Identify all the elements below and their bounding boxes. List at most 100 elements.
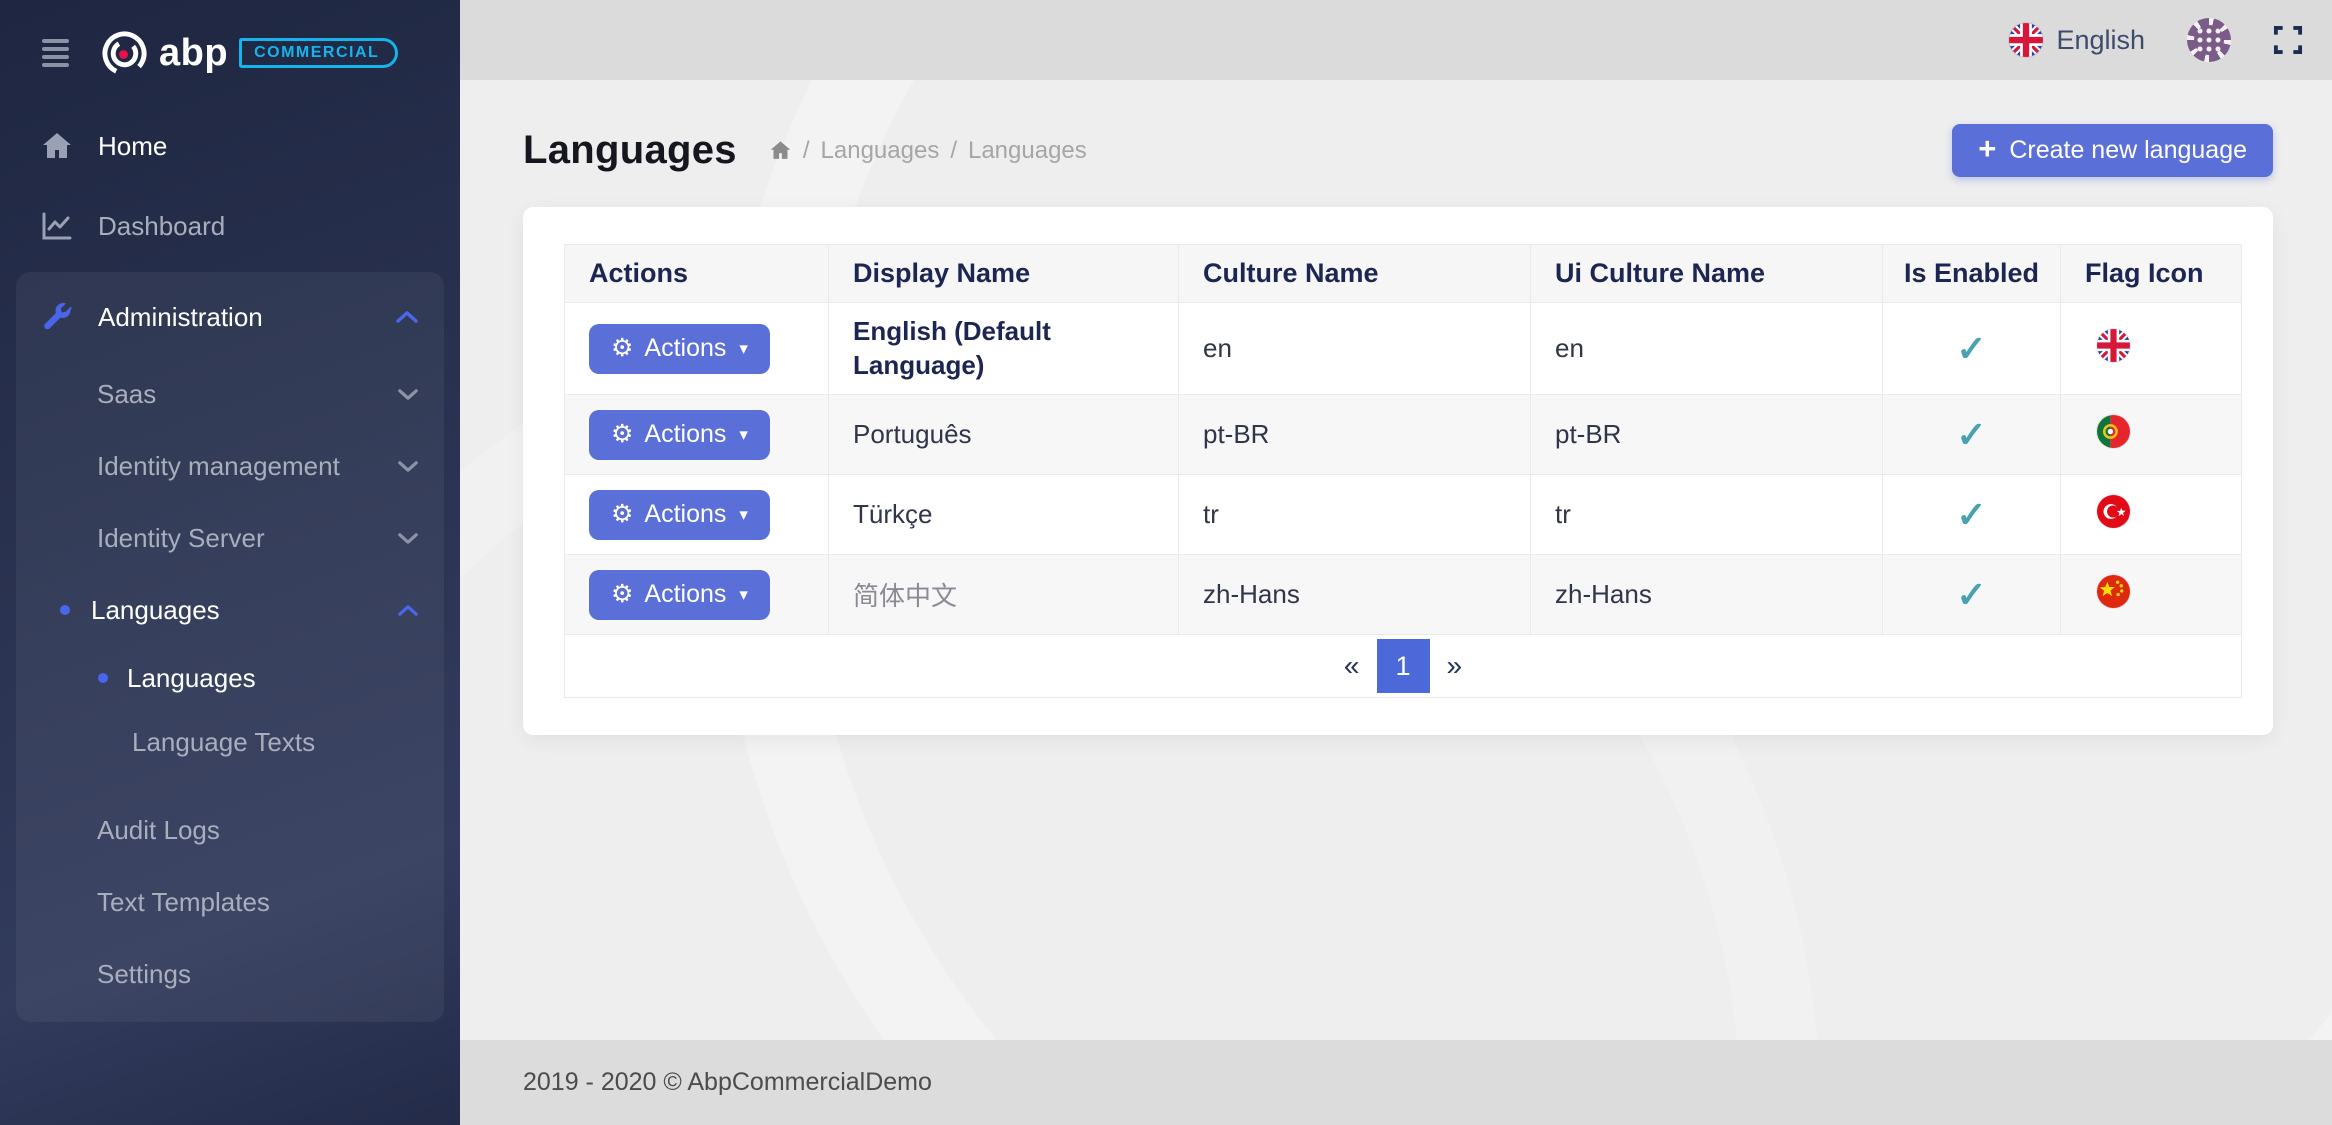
table-row: ⚙ Actions ▾ Português pt-BR pt-BR ✓ <box>565 395 2242 475</box>
sidebar-item-label: Settings <box>97 959 191 990</box>
breadcrumb-separator: / <box>950 137 957 165</box>
sidebar-item-language-texts[interactable]: Language Texts <box>16 710 444 774</box>
table-row: ⚙ Actions ▾ Türkçe tr tr ✓ <box>565 475 2242 555</box>
breadcrumb-home-icon[interactable] <box>769 140 792 161</box>
chevron-up-icon <box>396 310 418 324</box>
sidebar-item-audit-logs[interactable]: Audit Logs <box>16 794 444 866</box>
breadcrumb-item[interactable]: Languages <box>821 137 940 165</box>
brand-badge: COMMERCIAL <box>239 38 398 68</box>
menu-toggle-icon[interactable] <box>42 39 69 67</box>
culture-name-cell: en <box>1179 303 1531 395</box>
col-header-flag-icon: Flag Icon <box>2061 245 2242 303</box>
fullscreen-icon[interactable] <box>2273 25 2303 55</box>
gear-icon: ⚙ <box>611 336 633 361</box>
breadcrumb: / Languages / Languages <box>769 137 1087 165</box>
sidebar-item-languages-child[interactable]: Languages <box>16 646 444 710</box>
table-row: ⚙ Actions ▾ 简体中文 zh-Hans zh-Hans ✓ <box>565 555 2242 635</box>
table-row: ⚙ Actions ▾ English (Default Language) e… <box>565 303 2242 395</box>
app-root: abp COMMERCIAL Home Dashboard <box>0 0 2332 1125</box>
ui-culture-name-cell: tr <box>1531 475 1883 555</box>
caret-down-icon: ▾ <box>739 505 748 525</box>
topbar: English <box>460 0 2332 80</box>
col-header-ui-culture-name: Ui Culture Name <box>1531 245 1883 303</box>
check-icon: ✓ <box>1956 414 1986 455</box>
sidebar-item-label: Saas <box>97 379 156 410</box>
pagination-next[interactable]: » <box>1430 650 1480 682</box>
sidebar-item-languages[interactable]: Languages <box>16 574 444 646</box>
row-actions-button[interactable]: ⚙ Actions ▾ <box>589 490 770 540</box>
china-flag-icon <box>2097 575 2130 608</box>
wrench-icon <box>40 301 74 333</box>
chevron-down-icon <box>398 532 418 545</box>
caret-down-icon: ▾ <box>739 585 748 605</box>
col-header-actions: Actions <box>565 245 829 303</box>
gear-icon: ⚙ <box>611 422 633 447</box>
sidebar-item-administration[interactable]: Administration <box>16 276 444 358</box>
sidebar-item-identity-server[interactable]: Identity Server <box>16 502 444 574</box>
abp-logo[interactable]: abp COMMERCIAL <box>101 30 398 77</box>
sidebar-item-label: Dashboard <box>98 211 225 242</box>
sidebar-item-label: Audit Logs <box>97 815 220 846</box>
user-avatar[interactable] <box>2187 18 2231 62</box>
sidebar-item-label: Home <box>98 131 167 162</box>
pagination-prev[interactable]: « <box>1327 650 1377 682</box>
language-label: English <box>2056 25 2145 56</box>
sidebar-item-saas[interactable]: Saas <box>16 358 444 430</box>
page-head: Languages / Languages / Languages + Crea… <box>523 124 2273 177</box>
dashboard-icon <box>40 211 74 241</box>
create-new-language-button[interactable]: + Create new language <box>1952 124 2273 177</box>
sidebar-item-label: Identity management <box>97 451 340 482</box>
language-selector[interactable]: English <box>2009 23 2145 57</box>
display-name-cell: Português <box>829 395 1179 475</box>
sidebar-item-dashboard[interactable]: Dashboard <box>0 186 460 266</box>
sidebar-item-identity-management[interactable]: Identity management <box>16 430 444 502</box>
sidebar-item-label: Languages <box>91 595 220 626</box>
footer: 2019 - 2020 © AbpCommercialDemo <box>460 1040 2332 1125</box>
ui-culture-name-cell: zh-Hans <box>1531 555 1883 635</box>
breadcrumb-item[interactable]: Languages <box>968 137 1087 165</box>
row-actions-button[interactable]: ⚙ Actions ▾ <box>589 410 770 460</box>
sidebar-item-label: Languages <box>127 663 256 694</box>
caret-down-icon: ▾ <box>739 425 748 445</box>
sidebar: abp COMMERCIAL Home Dashboard <box>0 0 460 1125</box>
sidebar-admin-group: Administration Saas Identity management <box>16 272 444 1022</box>
brand-name: abp <box>159 32 228 75</box>
sidebar-item-settings[interactable]: Settings <box>16 938 444 1010</box>
turkey-flag-icon <box>2097 495 2130 528</box>
sidebar-item-label: Administration <box>98 302 263 333</box>
sidebar-item-label: Language Texts <box>132 727 315 758</box>
home-icon <box>40 131 74 161</box>
portugal-flag-icon <box>2097 415 2130 448</box>
main-area: English Languages / Languages / Language… <box>460 0 2332 1125</box>
row-actions-button[interactable]: ⚙ Actions ▾ <box>589 324 770 374</box>
row-actions-button[interactable]: ⚙ Actions ▾ <box>589 570 770 620</box>
languages-card: Actions Display Name Culture Name Ui Cul… <box>523 207 2273 735</box>
sidebar-item-label: Text Templates <box>97 887 270 918</box>
pagination: « 1 » <box>564 635 2242 698</box>
sidebar-item-text-templates[interactable]: Text Templates <box>16 866 444 938</box>
sidebar-item-label: Identity Server <box>97 523 265 554</box>
display-name-cell: English (Default Language) <box>829 303 1179 395</box>
circle-bullet-icon <box>98 673 108 683</box>
display-name-cell: Türkçe <box>829 475 1179 555</box>
culture-name-cell: tr <box>1179 475 1531 555</box>
culture-name-cell: pt-BR <box>1179 395 1531 475</box>
create-button-label: Create new language <box>2009 136 2247 165</box>
col-header-display-name: Display Name <box>829 245 1179 303</box>
page-title: Languages <box>523 128 737 173</box>
uk-flag-icon <box>2009 23 2043 57</box>
copyright-text: 2019 - 2020 © AbpCommercialDemo <box>523 1068 932 1097</box>
table-header-row: Actions Display Name Culture Name Ui Cul… <box>565 245 2242 303</box>
breadcrumb-separator: / <box>803 137 810 165</box>
sidebar-item-home[interactable]: Home <box>0 106 460 186</box>
languages-table: Actions Display Name Culture Name Ui Cul… <box>564 244 2242 635</box>
pagination-page-1[interactable]: 1 <box>1377 639 1430 693</box>
col-header-culture-name: Culture Name <box>1179 245 1531 303</box>
check-icon: ✓ <box>1956 574 1986 615</box>
check-icon: ✓ <box>1956 494 1986 535</box>
culture-name-cell: zh-Hans <box>1179 555 1531 635</box>
content: Languages / Languages / Languages + Crea… <box>460 80 2332 1040</box>
display-name-cell: 简体中文 <box>829 555 1179 635</box>
col-header-is-enabled: Is Enabled <box>1883 245 2061 303</box>
brand-row: abp COMMERCIAL <box>0 0 460 106</box>
